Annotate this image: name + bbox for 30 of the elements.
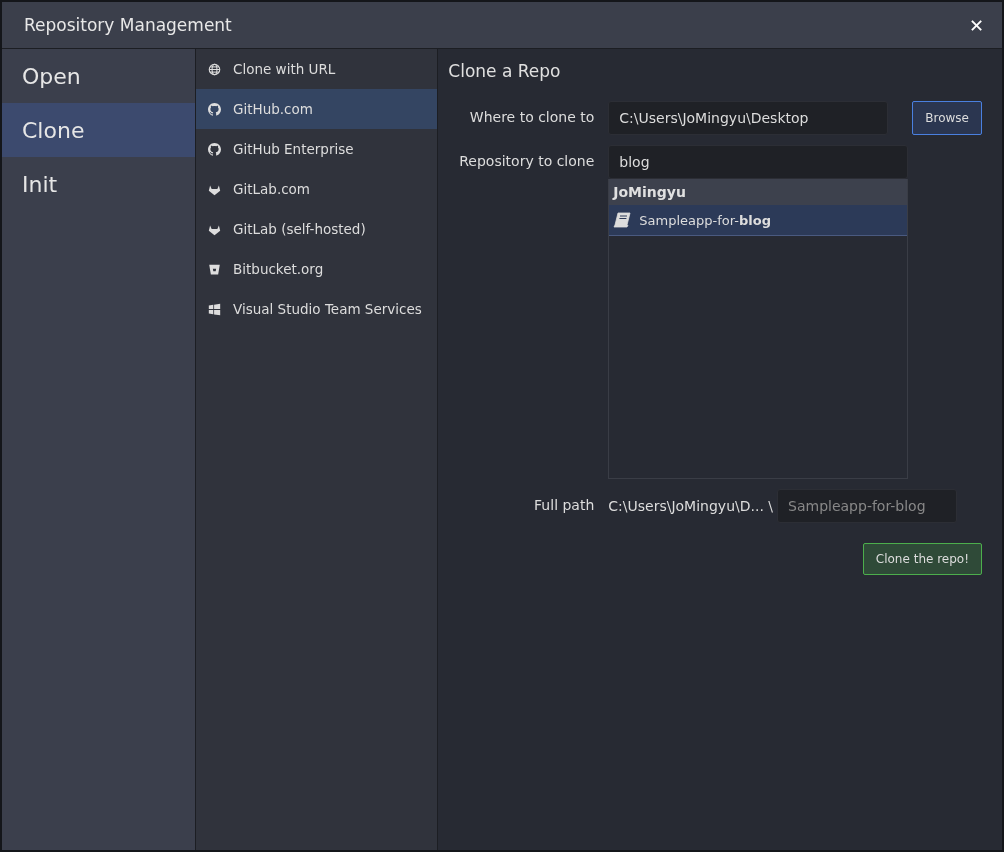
owner-header: JoMingyu xyxy=(609,179,908,205)
window-title: Repository Management xyxy=(24,15,232,35)
panel-title: Clone a Repo xyxy=(448,61,562,81)
bucket-icon xyxy=(208,262,221,276)
repository-field[interactable]: blog xyxy=(608,145,909,179)
field-label: Full path xyxy=(533,496,595,513)
field-label: Where to clone to xyxy=(468,108,595,125)
folder-name-field[interactable]: Sampleapp-for-blog xyxy=(777,489,958,523)
source-item[interactable]: GitHub.com xyxy=(196,89,438,129)
octocat-icon xyxy=(208,102,221,116)
source-item[interactable]: Visual Studio Team Services xyxy=(196,289,438,329)
mode-tab[interactable]: Init xyxy=(2,157,195,211)
octocat-icon xyxy=(208,142,221,156)
source-item[interactable]: GitLab.com xyxy=(196,169,438,209)
clone-button[interactable]: Clone the repo! xyxy=(862,543,982,575)
browse-button[interactable]: Browse xyxy=(912,101,982,135)
source-item[interactable]: Bitbucket.org xyxy=(196,249,438,289)
book-icon xyxy=(613,212,632,228)
repository-item[interactable]: Sampleapp-for-blog xyxy=(609,205,908,236)
source-item[interactable]: GitLab (self-hosted) xyxy=(196,209,438,249)
destination-field[interactable]: C:\Users\JoMingyu\Desktop xyxy=(608,101,889,135)
field-label: Repository to clone xyxy=(458,152,595,169)
globe-icon xyxy=(208,62,221,76)
source-item[interactable]: Clone with URL xyxy=(196,49,438,89)
close-button[interactable]: ✕ xyxy=(964,12,988,38)
source-item[interactable]: GitHub Enterprise xyxy=(196,129,438,169)
mode-tab[interactable]: Open xyxy=(2,49,195,103)
windows-icon xyxy=(208,302,221,316)
mode-tab[interactable]: Clone xyxy=(2,103,195,157)
path-prefix: C:\Users\JoMingyu\D... \ xyxy=(608,498,774,514)
